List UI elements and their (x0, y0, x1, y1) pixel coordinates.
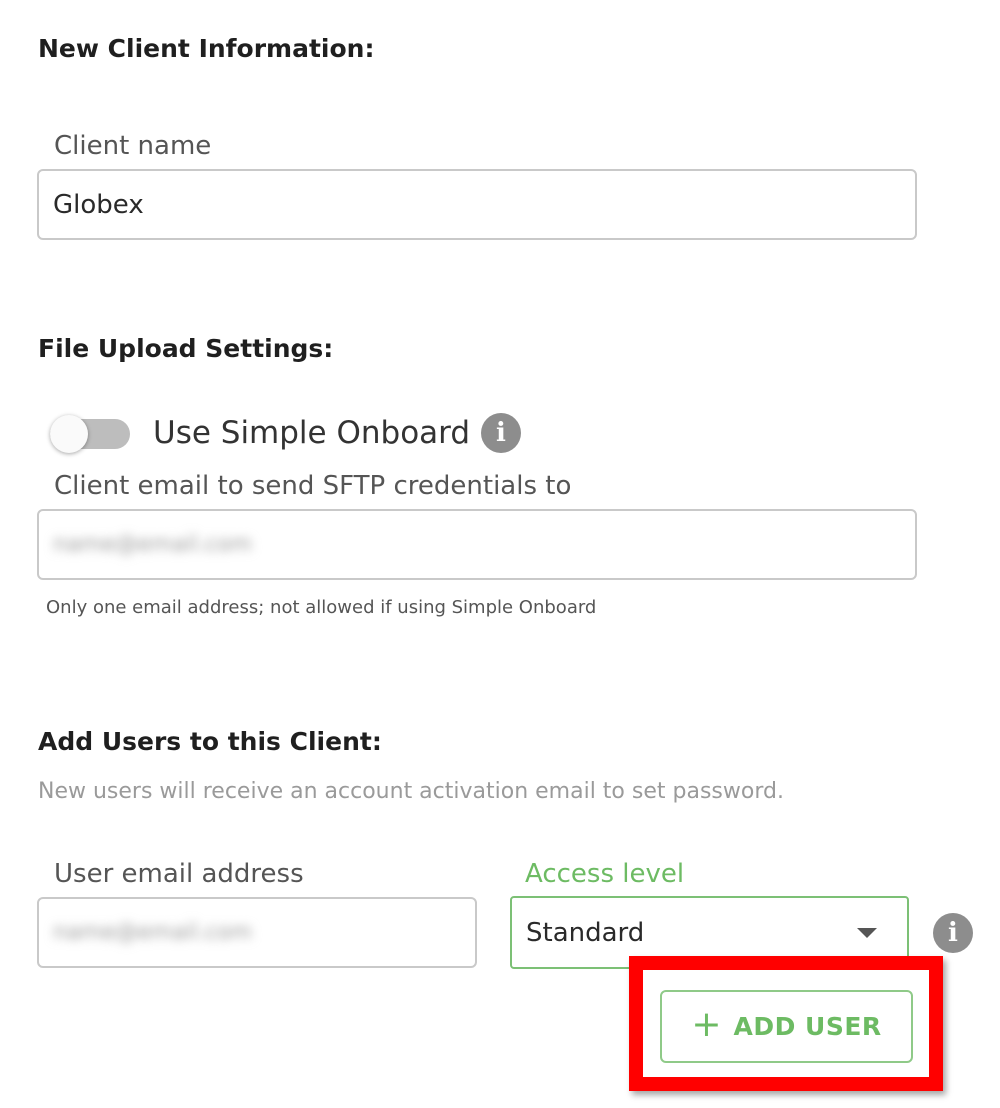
sftp-email-helper: Only one email address; not allowed if u… (46, 597, 597, 618)
client-info-heading: New Client Information: (38, 34, 375, 63)
add-user-button-label: ADD USER (733, 1012, 882, 1041)
access-level-value: Standard (526, 917, 645, 948)
access-level-info-icon[interactable]: i (933, 913, 973, 953)
sftp-email-value: name@email.com (53, 532, 253, 557)
simple-onboard-label: Use Simple Onboard (153, 415, 471, 451)
client-name-input[interactable] (37, 169, 917, 240)
add-users-heading: Add Users to this Client: (38, 727, 382, 756)
add-users-description: New users will receive an account activa… (38, 779, 784, 804)
sftp-email-input[interactable]: name@email.com (37, 509, 917, 580)
user-email-label: User email address (54, 859, 304, 889)
chevron-down-icon (857, 927, 877, 938)
simple-onboard-toggle-knob[interactable] (50, 415, 88, 453)
info-icon[interactable]: i (481, 413, 521, 453)
sftp-email-label: Client email to send SFTP credentials to (54, 471, 572, 501)
plus-icon: + (691, 1003, 722, 1045)
add-user-button[interactable]: + ADD USER (660, 990, 913, 1063)
file-upload-heading: File Upload Settings: (38, 334, 334, 363)
user-email-input[interactable]: name@email.com (37, 897, 477, 968)
access-level-label: Access level (525, 859, 685, 889)
client-name-label: Client name (54, 131, 212, 161)
user-email-value: name@email.com (53, 920, 253, 945)
